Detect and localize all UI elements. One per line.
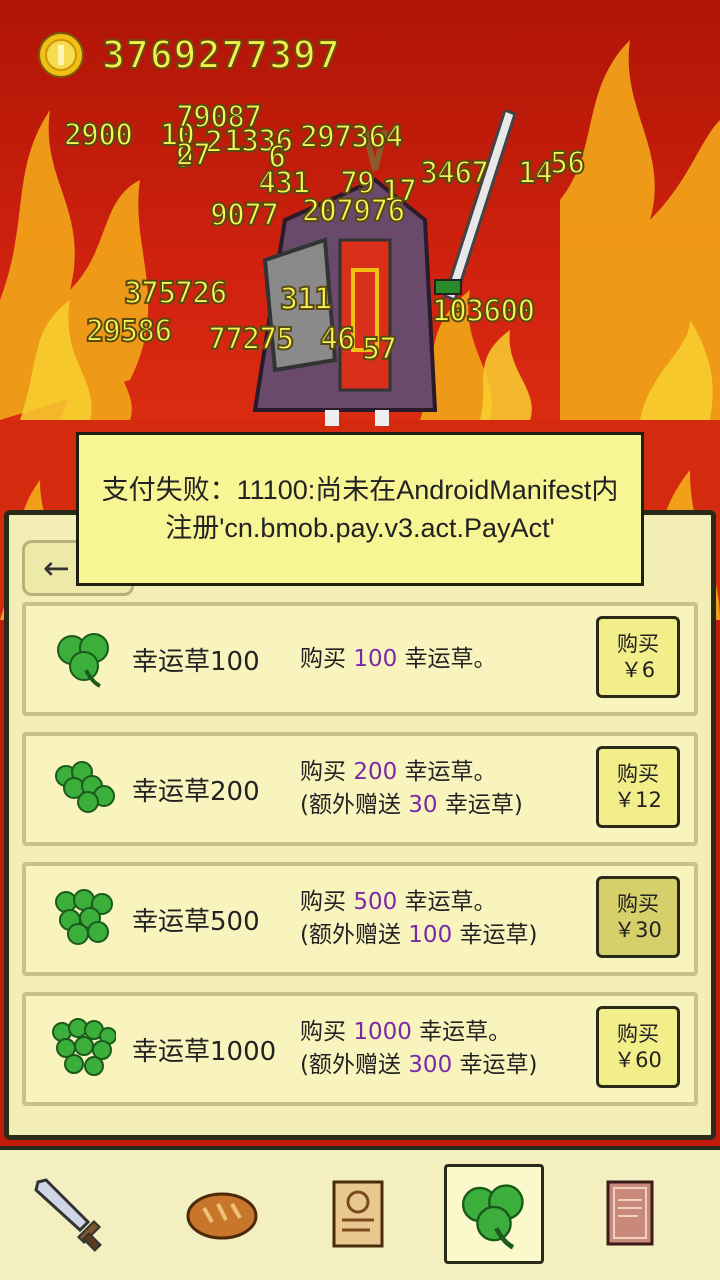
shop-item-clover-200: 幸运草200 购买 200 幸运草。 (额外赠送 30 幸运草) 购买 ￥12 <box>22 732 698 846</box>
buy-label: 购买 <box>617 1022 659 1046</box>
shop-item-clover-1000: 幸运草1000 购买 1000 幸运草。 (额外赠送 300 幸运草) 购买 ￥… <box>22 992 698 1106</box>
buy-price: ￥60 <box>614 1048 662 1072</box>
buy-price: ￥6 <box>620 658 656 682</box>
desc-bonus: 30 <box>408 792 438 818</box>
item-description: 购买 100 幸运草。 <box>300 606 497 712</box>
coin-value: 3769277397 <box>101 32 341 78</box>
desc-text: (额外赠送 <box>300 1052 409 1078</box>
clover-icon <box>57 633 109 688</box>
coin-icon <box>38 32 84 78</box>
clover-icon <box>461 1184 524 1250</box>
toast-text: 支付失败：11100:尚未在AndroidManifest内注册'cn.bmob… <box>101 475 619 543</box>
buy-price: ￥12 <box>614 788 662 812</box>
desc-amount: 100 <box>353 645 398 672</box>
desc-text: 幸运草) <box>437 792 523 818</box>
damage-number: 3467 <box>419 155 490 192</box>
buy-button[interactable]: 购买 ￥6 <box>596 616 680 698</box>
back-arrow-icon: ← <box>43 549 70 587</box>
item-name: 幸运草1000 <box>132 1036 277 1067</box>
desc-text: 购买 <box>300 889 354 915</box>
desc-text: 幸运草。 <box>397 759 497 785</box>
damage-number: 297364 <box>299 119 404 156</box>
buy-button[interactable]: 购买 ￥30 <box>596 876 680 958</box>
tab-weapons[interactable] <box>20 1164 120 1264</box>
damage-number: 103600 <box>431 293 536 330</box>
payment-error-toast: 支付失败：11100:尚未在AndroidManifest内注册'cn.bmob… <box>76 432 644 586</box>
desc-text: 幸运草。 <box>411 1019 512 1045</box>
clover-bunch-icon <box>55 889 113 945</box>
damage-number: 46 <box>319 321 356 358</box>
damage-number: 77275 <box>207 321 295 358</box>
buy-button[interactable]: 购买 ￥60 <box>596 1006 680 1088</box>
desc-text: (额外赠送 <box>300 922 409 948</box>
damage-number: 29586 <box>85 313 173 350</box>
desc-text: 购买 <box>300 1019 354 1045</box>
desc-text: 购买 <box>300 759 354 785</box>
desc-amount: 200 <box>353 759 398 785</box>
desc-bonus: 300 <box>408 1052 453 1078</box>
desc-amount: 500 <box>353 889 398 915</box>
damage-number: 2900 <box>63 117 134 154</box>
clover-bunch-icon <box>52 1018 116 1076</box>
tab-quests[interactable] <box>310 1164 410 1264</box>
item-name: 幸运草100 <box>132 646 260 677</box>
damage-number: 9077 <box>209 197 280 234</box>
clover-bunch-icon <box>55 761 115 813</box>
sword-icon <box>34 1178 102 1252</box>
damage-number: 375726 <box>123 275 228 312</box>
buy-label: 购买 <box>617 632 659 656</box>
damage-number: 56 <box>549 145 586 182</box>
desc-text: 购买 <box>300 645 354 672</box>
desc-text: 幸运草) <box>452 1052 538 1078</box>
desc-bonus: 100 <box>408 922 453 948</box>
buy-label: 购买 <box>617 892 659 916</box>
item-name: 幸运草500 <box>132 906 260 937</box>
item-description: 购买 1000 幸运草。 (额外赠送 300 幸运草) <box>300 996 538 1102</box>
item-name: 幸运草200 <box>132 776 260 807</box>
coin-counter: 3769277397 <box>38 30 341 80</box>
tab-book[interactable] <box>580 1164 680 1264</box>
shop-item-clover-100: 幸运草100 购买 100 幸运草。 购买 ￥6 <box>22 602 698 716</box>
desc-text: 幸运草。 <box>397 645 497 672</box>
scroll-icon <box>332 1180 384 1248</box>
bottom-tab-bar <box>0 1146 720 1280</box>
shop-item-clover-500: 幸运草500 购买 500 幸运草。 (额外赠送 100 幸运草) 购买 ￥30 <box>22 862 698 976</box>
item-description: 购买 500 幸运草。 (额外赠送 100 幸运草) <box>300 866 538 972</box>
tab-clover-shop[interactable] <box>444 1164 544 1264</box>
item-description: 购买 200 幸运草。 (额外赠送 30 幸运草) <box>300 736 523 842</box>
damage-number: 6 <box>267 139 287 176</box>
tab-food[interactable] <box>172 1164 272 1264</box>
damage-number: 14 <box>517 155 554 192</box>
bread-icon <box>186 1192 258 1240</box>
damage-number: 57 <box>361 331 398 368</box>
desc-text: 幸运草。 <box>397 889 497 915</box>
damage-number: 311 <box>279 281 333 318</box>
damage-number: 27 <box>175 137 212 174</box>
damage-number: 207976 <box>301 193 406 230</box>
desc-text: 幸运草) <box>452 922 538 948</box>
buy-label: 购买 <box>617 762 659 786</box>
buy-button[interactable]: 购买 ￥12 <box>596 746 680 828</box>
desc-amount: 1000 <box>353 1019 412 1045</box>
book-icon <box>606 1180 654 1246</box>
buy-price: ￥30 <box>614 918 662 942</box>
desc-text: (额外赠送 <box>300 792 409 818</box>
